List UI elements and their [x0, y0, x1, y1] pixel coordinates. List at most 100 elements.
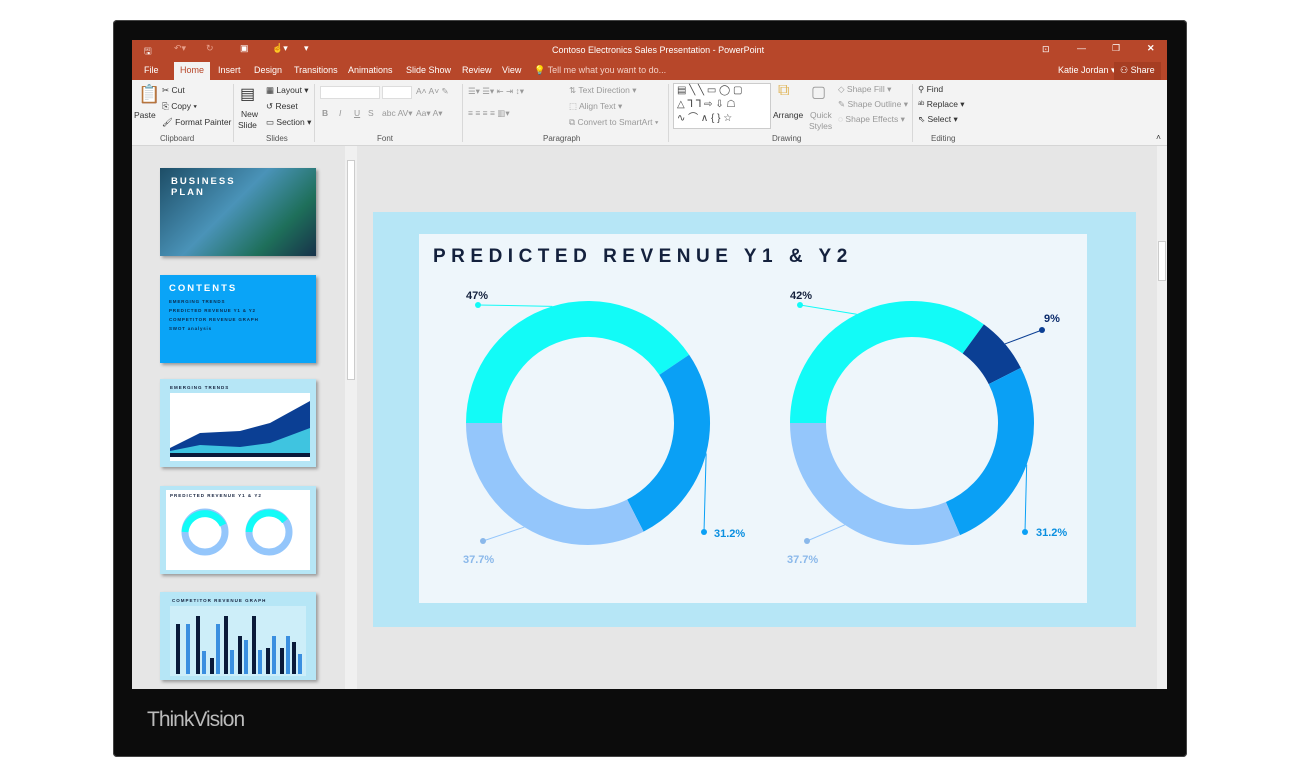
ribbon-display-icon[interactable]: ⊡: [1042, 44, 1050, 55]
thumbnail-slide-3[interactable]: EMERGING TRENDS: [160, 379, 316, 467]
new-slide-dropdown[interactable]: Slide: [238, 120, 257, 130]
leader-dot: [480, 538, 486, 544]
slide-scrollbar[interactable]: [1157, 146, 1167, 689]
donut-segment[interactable]: [626, 354, 710, 532]
donut-segment[interactable]: [962, 324, 1021, 385]
donut-thumbnail: [181, 508, 293, 556]
customize-qat-icon[interactable]: ▾: [304, 43, 309, 54]
thumb-item: PREDICTED REVENUE Y1 & Y2: [169, 308, 256, 313]
scrollbar-thumb[interactable]: [1158, 241, 1166, 281]
tab-design[interactable]: Design: [254, 65, 282, 75]
donut-segment[interactable]: [466, 422, 644, 545]
divider: [314, 84, 315, 142]
leader-line: [806, 524, 846, 542]
donut-segment[interactable]: [790, 422, 961, 545]
shape-fill-button[interactable]: ◇ Shape Fill ▾: [838, 84, 891, 95]
divider: [462, 84, 463, 142]
thumbnail-slide-4[interactable]: PREDICTED REVENUE Y1 & Y2: [160, 486, 316, 574]
select-label: Select: [927, 114, 952, 124]
convert-smartart-button[interactable]: ⧉ Convert to SmartArt ▾: [569, 117, 658, 128]
leader-line: [477, 304, 553, 307]
copy-button[interactable]: ⎘ Copy ▾: [162, 101, 197, 112]
thumbnail-slide-2[interactable]: CONTENTS EMERGING TRENDS PREDICTED REVEN…: [160, 275, 316, 363]
leader-line: [703, 453, 707, 533]
char-spacing-button[interactable]: abc AV▾: [382, 108, 413, 119]
format-painter-button[interactable]: 🖌 Format Painter: [162, 117, 231, 128]
section-button[interactable]: ▭ Section ▾: [266, 117, 311, 128]
window-title: Contoso Electronics Sales Presentation -…: [552, 45, 765, 55]
share-label: Share: [1130, 65, 1155, 75]
donut-segment[interactable]: [945, 367, 1034, 536]
cut-button[interactable]: ✂ Cut: [162, 85, 185, 96]
restore-button[interactable]: ❐: [1112, 43, 1120, 54]
minimize-button[interactable]: —: [1077, 43, 1086, 53]
layout-button[interactable]: ▦ Layout ▾: [266, 85, 309, 96]
shapes-gallery[interactable]: ▤ ╲ ╲ ▭ ◯ ▢ △ ⅂ ⅂ ⇨ ⇩ ☖ ∿ ⌒ ∧ { } ☆: [673, 83, 771, 129]
tab-animations[interactable]: Animations: [348, 65, 393, 75]
quick-styles-icon: ▢: [811, 84, 827, 101]
tab-file[interactable]: File: [144, 65, 159, 75]
account-name[interactable]: Katie Jordan ▾: [1058, 65, 1116, 76]
replace-button[interactable]: ᵃᵇ Replace ▾: [918, 99, 965, 110]
touch-mode-icon[interactable]: ☝▾: [272, 43, 288, 54]
reset-button[interactable]: ↺ Reset: [266, 101, 298, 112]
quick-styles-dropdown[interactable]: Styles: [809, 121, 832, 131]
new-slide-button[interactable]: New: [241, 109, 258, 119]
text-direction-button[interactable]: ⇅ Text Direction ▾: [569, 85, 636, 96]
lightbulb-icon: 💡: [534, 65, 546, 75]
format-painter-label: Format Painter: [175, 117, 232, 127]
shadow-button[interactable]: S: [368, 108, 374, 118]
tab-insert[interactable]: Insert: [218, 65, 241, 75]
align-text-button[interactable]: ⬚ Align Text ▾: [569, 101, 622, 112]
collapse-ribbon-icon[interactable]: ˄: [1156, 132, 1161, 142]
thumbnails-scrollbar[interactable]: [345, 146, 357, 689]
group-label-slides: Slides: [266, 134, 288, 143]
leader-dot: [797, 302, 803, 308]
thumbnail-slide-1[interactable]: BUSINESS PLAN: [160, 168, 316, 256]
font-name-input[interactable]: [320, 86, 380, 99]
brush-icon: 🖌: [162, 117, 173, 127]
shape-effects-button[interactable]: ◌ Shape Effects ▾: [838, 114, 905, 125]
tell-me-search[interactable]: 💡 Tell me what you want to do...: [534, 65, 666, 76]
underline-button[interactable]: U: [354, 108, 360, 118]
bullets-buttons[interactable]: ☰▾ ☰▾ ⇤ ⇥ ↕▾: [468, 86, 524, 97]
share-button[interactable]: ⚇ Share: [1114, 62, 1161, 80]
save-icon[interactable]: 🖫: [144, 44, 152, 60]
bold-button[interactable]: B: [322, 108, 328, 118]
magnifier-icon: ⚲: [918, 84, 925, 94]
redo-icon[interactable]: ↻: [206, 43, 214, 54]
shape-effects-label: Shape Effects: [845, 114, 899, 124]
italic-button[interactable]: I: [339, 108, 341, 118]
thumb-item: COMPETITOR REVENUE GRAPH: [169, 317, 259, 322]
donut-segment[interactable]: [466, 301, 690, 424]
group-label-paragraph: Paragraph: [543, 134, 581, 143]
replace-icon: ᵃᵇ: [918, 99, 925, 109]
shape-outline-button[interactable]: ✎ Shape Outline ▾: [838, 99, 908, 110]
start-slideshow-icon[interactable]: ▣: [240, 43, 249, 54]
scrollbar-thumb[interactable]: [347, 160, 355, 380]
donut-segment[interactable]: [790, 301, 984, 424]
ribbon: 📋 Paste ✂ Cut ⎘ Copy ▾ 🖌 Format Painter …: [132, 80, 1167, 146]
arrange-button[interactable]: Arrange: [773, 110, 803, 120]
select-button[interactable]: ⇖ Select ▾: [918, 114, 958, 125]
tab-home[interactable]: Home: [174, 62, 211, 80]
slide-canvas[interactable]: PREDICTED REVENUE Y1 & Y2 47% 31.2% 37.7% 4…: [373, 212, 1136, 627]
data-label: 37.7%: [463, 554, 494, 566]
arrange-icon: ⧉: [778, 82, 790, 99]
align-buttons[interactable]: ≡ ≡ ≡ ≡ ▥▾: [468, 108, 510, 119]
font-size-input[interactable]: [382, 86, 412, 99]
undo-icon[interactable]: ↶▾: [174, 43, 186, 54]
tell-me-text: Tell me what you want to do...: [547, 65, 667, 75]
tab-review[interactable]: Review: [462, 65, 492, 75]
find-button[interactable]: ⚲ Find: [918, 84, 943, 95]
find-label: Find: [926, 84, 944, 94]
thumbnail-slide-5[interactable]: COMPETITOR REVENUE GRAPH: [160, 592, 316, 680]
tab-transitions[interactable]: Transitions: [294, 65, 338, 75]
change-case-button[interactable]: Aa▾ A▾: [416, 108, 443, 119]
tab-slide-show[interactable]: Slide Show: [406, 65, 451, 75]
quick-styles-button[interactable]: Quick: [810, 110, 832, 120]
font-size-buttons[interactable]: A˄ A˅ ✎: [416, 86, 449, 97]
tab-view[interactable]: View: [502, 65, 521, 75]
paste-button[interactable]: Paste: [134, 110, 156, 120]
close-button[interactable]: ✕: [1147, 43, 1155, 54]
